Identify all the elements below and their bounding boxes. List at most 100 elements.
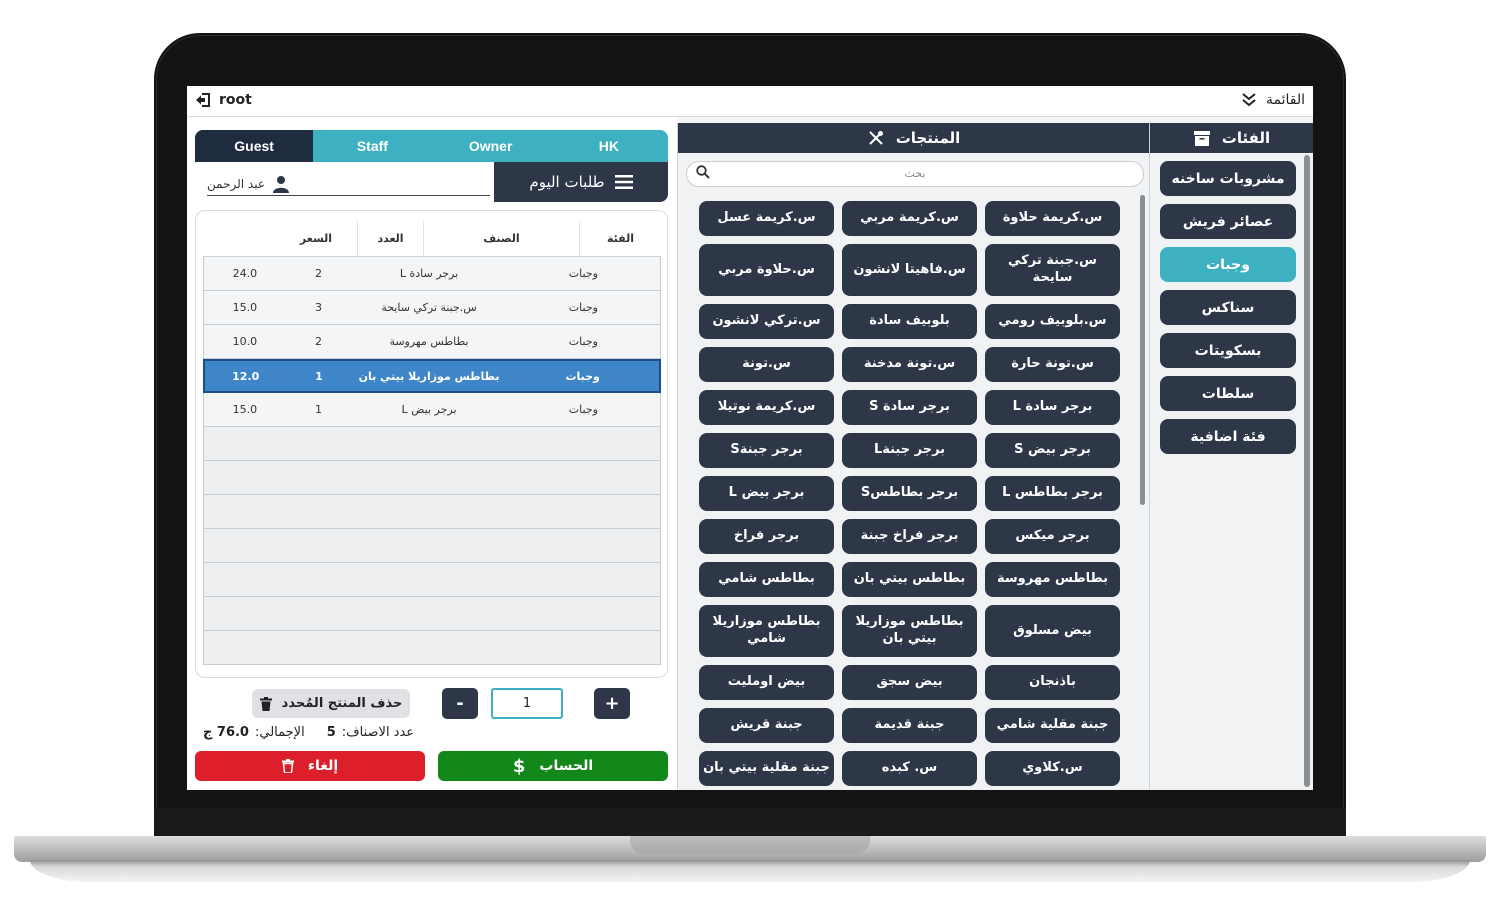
product-button[interactable]: بلوبيف سادة	[842, 304, 977, 339]
table-row-empty	[203, 427, 661, 461]
orders-header: عبد الرحمن طلبات اليوم	[195, 162, 668, 202]
product-button[interactable]: برجر سادة S	[842, 390, 977, 425]
categories-scrollbar[interactable]	[1304, 155, 1310, 787]
product-button[interactable]: جبنة قديمة	[842, 708, 977, 743]
cell-category: وجبات	[568, 335, 598, 348]
tab-hk[interactable]: HK	[550, 130, 668, 162]
products-scrollbar[interactable]	[1140, 195, 1145, 505]
product-button[interactable]: بيض سجق	[842, 665, 977, 700]
product-button[interactable]: بيض مسلوق	[985, 605, 1120, 657]
product-button[interactable]: برجر فراخ جبنة	[842, 519, 977, 554]
product-button[interactable]: س.كريمة حلاوة	[985, 201, 1120, 236]
table-row-empty	[203, 597, 661, 631]
items-count-label: عدد الاصناف:	[341, 725, 415, 740]
double-chevron-down-icon	[1242, 93, 1256, 107]
table-row[interactable]: وجبات س.جبنة تركي سايحة 3 15.0	[203, 291, 661, 325]
tab-owner[interactable]: Owner	[432, 130, 550, 162]
cell-price: 24.0	[232, 267, 258, 280]
product-button[interactable]: جبنة قريش	[699, 708, 834, 743]
product-button[interactable]: برجر فراخ	[699, 519, 834, 554]
category-button[interactable]: عصائر فريش	[1160, 204, 1296, 239]
category-button[interactable]: بسكويتات	[1160, 333, 1296, 368]
archive-icon	[1193, 130, 1210, 146]
order-table: الفئة الصنف العدد السعر وجبات برجر سادة …	[195, 210, 668, 678]
table-row-selected[interactable]: وجبات بطاطس موزاريلا بيتي بان 1 12.0	[203, 359, 661, 393]
table-body: وجبات برجر سادة L 2 24.0 وجبات س.جبنة تر…	[203, 257, 661, 665]
cell-category: وجبات	[568, 267, 598, 280]
product-button[interactable]: س.تركي لانشون	[699, 304, 834, 339]
categories-title: الفئات	[1221, 129, 1271, 147]
checkout-button[interactable]: الحساب $	[438, 751, 668, 781]
today-orders-button[interactable]: طلبات اليوم	[494, 162, 668, 202]
table-row[interactable]: وجبات بطاطس مهروسة 2 10.0	[203, 325, 661, 359]
delete-selected-button[interactable]: حذف المنتج المُحدد	[252, 689, 410, 718]
menu-toggle[interactable]: القائمة	[1242, 92, 1305, 108]
category-button[interactable]: وجبات	[1160, 247, 1296, 282]
cancel-button[interactable]: إلغاء	[195, 751, 425, 781]
trash-icon	[259, 696, 272, 711]
item-controls: حذف المنتج المُحدد - +	[195, 688, 668, 728]
product-button[interactable]: برجر سادة L	[985, 390, 1120, 425]
product-search-input[interactable]: بحث	[686, 161, 1144, 187]
product-button[interactable]: س.كريمة نوتيلا	[699, 390, 834, 425]
tab-guest[interactable]: Guest	[195, 130, 314, 162]
category-button[interactable]: فئة اضافية	[1160, 419, 1296, 454]
table-row[interactable]: وجبات برجر سادة L 2 24.0	[203, 257, 661, 291]
product-button[interactable]: س.بلوبيف رومي	[985, 304, 1120, 339]
product-button[interactable]: س.حلاوة مربي	[699, 244, 834, 296]
logout-button[interactable]: root	[195, 92, 252, 108]
increase-qty-button[interactable]: +	[594, 688, 630, 719]
category-button[interactable]: سلطات	[1160, 376, 1296, 411]
product-button[interactable]: س.فاهيتا لانشون	[842, 244, 977, 296]
product-button[interactable]: برجر بطاطسS	[842, 476, 977, 511]
product-button[interactable]: س.كريمة عسل	[699, 201, 834, 236]
product-button[interactable]: باذنجان	[985, 665, 1120, 700]
dollar-icon: $	[512, 755, 526, 777]
product-button[interactable]: بطاطس موزاريلا شامي	[699, 605, 834, 657]
product-button[interactable]: برجر بيض L	[699, 476, 834, 511]
product-button[interactable]: بيض اومليت	[699, 665, 834, 700]
product-button[interactable]: برجر جبنةS	[699, 433, 834, 468]
cell-price: 12.0	[232, 369, 260, 383]
order-type-tabs: Guest Staff Owner HK	[195, 130, 668, 162]
top-bar: root القائمة	[187, 86, 1313, 117]
product-button[interactable]: س. كبده	[842, 751, 977, 786]
user-icon	[273, 175, 289, 193]
product-button[interactable]: جبنة مقلية بيتي بان	[699, 751, 834, 786]
table-row-empty	[203, 563, 661, 597]
category-button[interactable]: مشروبات ساخنه	[1160, 161, 1296, 196]
order-panel: Guest Staff Owner HK عبد الرحمن طلبات ال…	[187, 117, 677, 790]
category-button[interactable]: سناكس	[1160, 290, 1296, 325]
product-button[interactable]: س.جبنة تركي سايحة	[985, 244, 1120, 296]
product-button[interactable]: برجر ميكس	[985, 519, 1120, 554]
product-button[interactable]: بطاطس مهروسة	[985, 562, 1120, 597]
product-button[interactable]: س.تونة حارة	[985, 347, 1120, 382]
tab-staff[interactable]: Staff	[313, 130, 431, 162]
decrease-qty-button[interactable]: -	[442, 688, 478, 719]
product-button[interactable]: بطاطس موزاريلا بيتي بان	[842, 605, 977, 657]
product-button[interactable]: س.كلاوي	[985, 751, 1120, 786]
quantity-input[interactable]	[491, 688, 563, 719]
categories-panel: الفئات مشروبات ساخنه عصائر فريش وجبات سناكس…	[1149, 123, 1313, 790]
categories-header: الفئات	[1150, 123, 1313, 153]
hamburger-menu-icon	[614, 175, 633, 189]
customer-field[interactable]: عبد الرحمن	[207, 172, 490, 196]
header-price: السعر	[299, 232, 333, 245]
cell-price: 15.0	[232, 403, 258, 416]
cell-qty: 3	[315, 301, 322, 314]
cell-item: بطاطس مهروسة	[389, 335, 469, 348]
product-button[interactable]: س.تونة مدخنة	[842, 347, 977, 382]
table-row[interactable]: وجبات برجر بيض L 1 15.0	[203, 393, 661, 427]
product-button[interactable]: بطاطس بيتي بان	[842, 562, 977, 597]
product-button[interactable]: برجر بطاطس L	[985, 476, 1120, 511]
cell-item: برجر سادة L	[399, 267, 459, 280]
logout-icon	[196, 93, 210, 107]
product-button[interactable]: برجر بيض S	[985, 433, 1120, 468]
cell-qty: 2	[315, 335, 322, 348]
laptop-base-bottom	[30, 860, 1470, 882]
product-button[interactable]: س.كريمة مربي	[842, 201, 977, 236]
product-button[interactable]: س.تونة	[699, 347, 834, 382]
product-button[interactable]: بطاطس شامي	[699, 562, 834, 597]
product-button[interactable]: برجر جبنةL	[842, 433, 977, 468]
product-button[interactable]: جبنة مقلية شامي	[985, 708, 1120, 743]
